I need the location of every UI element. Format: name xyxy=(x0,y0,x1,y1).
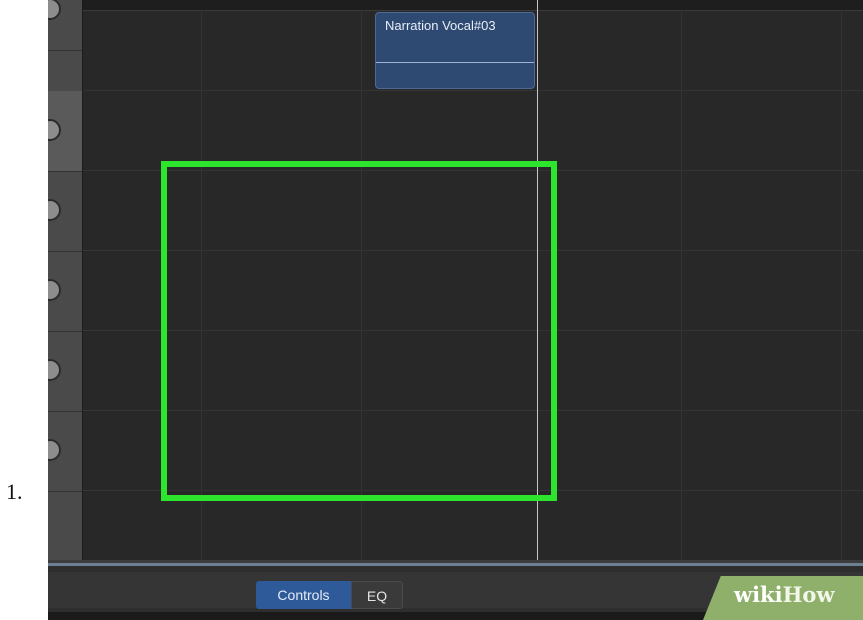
audio-region[interactable]: Narration Vocal#03 xyxy=(375,12,535,89)
grid-line xyxy=(841,10,842,560)
volume-knob-icon[interactable] xyxy=(48,119,61,141)
track-header[interactable] xyxy=(48,411,82,492)
wikihow-logo-part-wiki: wiki xyxy=(734,582,783,607)
track-header[interactable] xyxy=(48,91,82,172)
track-header[interactable] xyxy=(48,0,82,51)
volume-knob-icon[interactable] xyxy=(48,439,61,461)
volume-knob-icon[interactable] xyxy=(48,0,61,20)
highlight-box xyxy=(161,161,557,501)
track-header[interactable] xyxy=(48,331,82,412)
timeline-ruler[interactable] xyxy=(83,0,863,11)
track-header[interactable] xyxy=(48,171,82,252)
region-title: Narration Vocal#03 xyxy=(385,18,496,33)
garageband-screenshot: Narration Vocal#03 Controls EQ wikiHow xyxy=(48,0,863,620)
tab-controls[interactable]: Controls xyxy=(256,581,351,609)
volume-knob-icon[interactable] xyxy=(48,279,61,301)
tab-eq[interactable]: EQ xyxy=(351,581,403,609)
grid-line xyxy=(681,10,682,560)
volume-knob-icon[interactable] xyxy=(48,199,61,221)
track-divider xyxy=(83,90,863,91)
tracks-area[interactable]: Narration Vocal#03 xyxy=(83,0,863,560)
track-headers xyxy=(48,0,83,560)
wikihow-logo: wikiHow xyxy=(734,582,835,607)
list-number: 1. xyxy=(6,479,23,504)
track-header[interactable] xyxy=(48,251,82,332)
region-waveform-line xyxy=(376,62,534,63)
wikihow-logo-part-how: How xyxy=(782,582,835,607)
volume-knob-icon[interactable] xyxy=(48,359,61,381)
